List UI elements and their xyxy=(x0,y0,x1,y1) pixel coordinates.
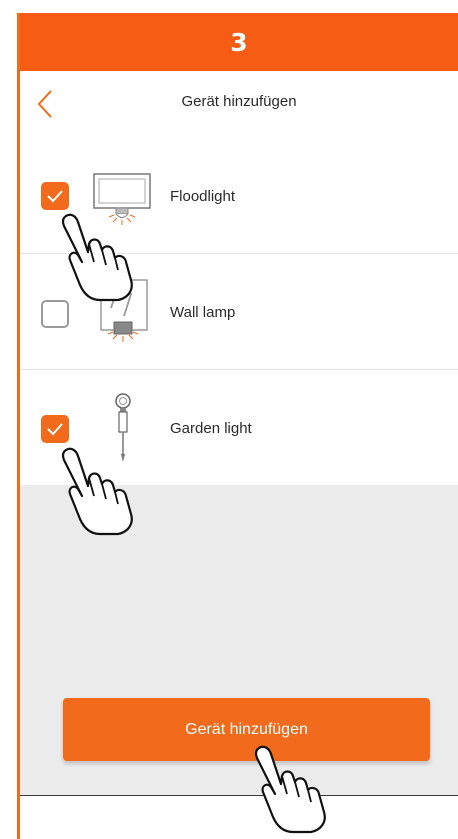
checkmark-icon xyxy=(47,190,63,203)
device-label-floodlight: Floodlight xyxy=(170,188,236,205)
bottom-panel: Gerät hinzufügen xyxy=(20,485,458,795)
add-device-button-label: Gerät hinzufügen xyxy=(185,720,308,738)
app-frame: 3 Gerät hinzufügen Floodlight Wall lamp … xyxy=(17,13,458,839)
add-device-button[interactable]: Gerät hinzufügen xyxy=(63,698,430,761)
floodlight-checkbox[interactable] xyxy=(41,182,69,210)
wall-lamp-checkbox[interactable] xyxy=(41,300,69,328)
device-label-garden-light: Garden light xyxy=(170,420,252,437)
device-list: Floodlight Wall lamp Garden light xyxy=(20,138,458,485)
nav-header: Gerät hinzufügen xyxy=(20,71,458,139)
garden-light-checkbox[interactable] xyxy=(41,415,69,443)
wall-lamp-icon xyxy=(100,279,148,342)
step-number: 3 xyxy=(230,27,248,57)
divider xyxy=(20,795,458,796)
device-label-wall-lamp: Wall lamp xyxy=(170,304,236,321)
garden-light-icon xyxy=(115,393,131,462)
checkmark-icon xyxy=(47,423,63,436)
floodlight-icon xyxy=(93,173,151,225)
step-indicator: 3 xyxy=(20,13,458,71)
page-title: Gerät hinzufügen xyxy=(181,93,297,110)
device-row-wall-lamp[interactable]: Wall lamp xyxy=(20,254,458,370)
device-row-garden-light[interactable]: Garden light xyxy=(20,370,458,485)
device-row-floodlight[interactable]: Floodlight xyxy=(20,138,458,254)
